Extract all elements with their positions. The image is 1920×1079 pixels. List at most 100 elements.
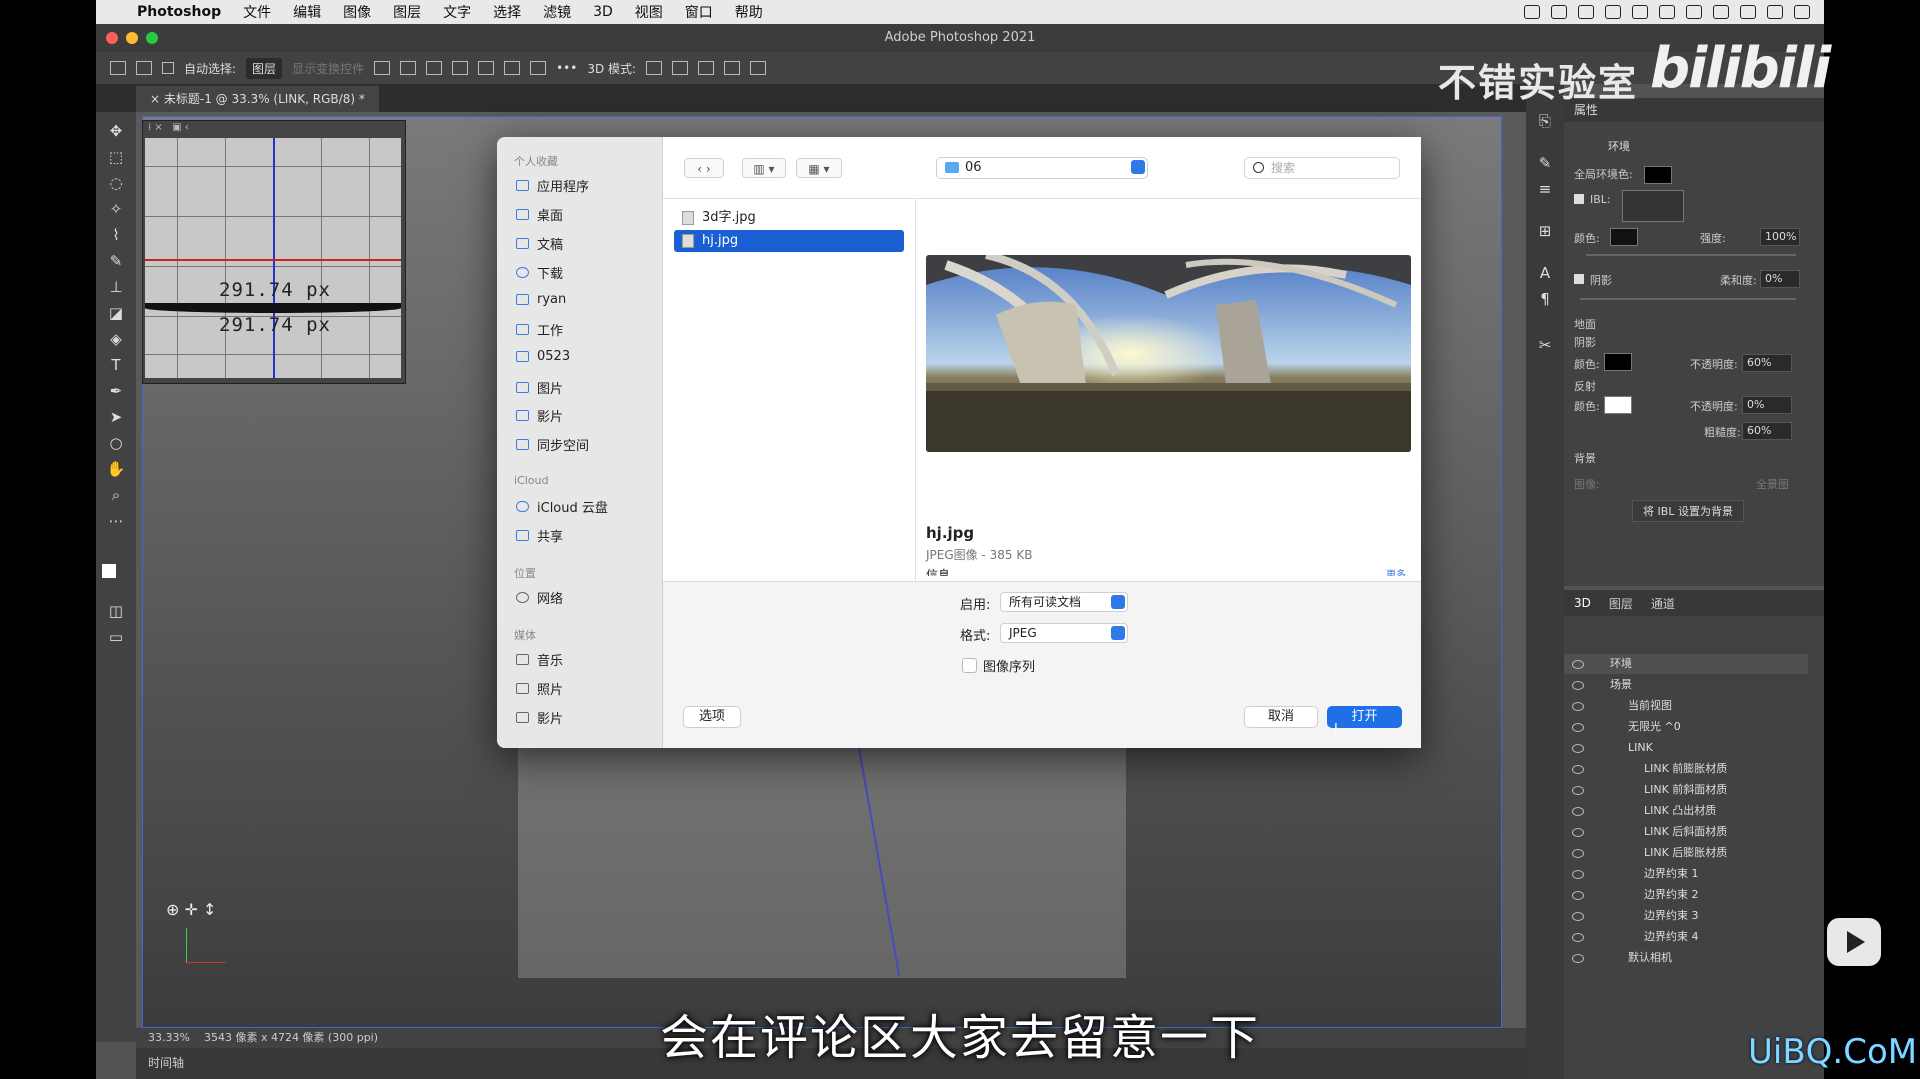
menu-edit[interactable]: 编辑	[282, 2, 332, 22]
intensity-input[interactable]: 100%	[1760, 228, 1800, 246]
panorama-label[interactable]: 全景图	[1756, 476, 1789, 492]
align-center-icon[interactable]	[400, 61, 417, 75]
menu-window[interactable]: 窗口	[674, 2, 724, 22]
shadow-checkbox[interactable]	[1574, 274, 1584, 284]
eye-icon[interactable]	[1572, 702, 1584, 711]
pan-icon[interactable]	[698, 61, 715, 75]
options-button[interactable]: 选项	[683, 706, 741, 728]
softness-slider[interactable]	[1580, 298, 1796, 300]
auto-select-dropdown[interactable]: 图层	[246, 57, 283, 79]
zoom-window-icon[interactable]	[146, 32, 158, 44]
lasso-tool-icon[interactable]: ◌	[106, 174, 126, 192]
align-bottom-icon[interactable]	[530, 61, 547, 75]
menu-image[interactable]: 图像	[332, 2, 382, 22]
eye-icon[interactable]	[1572, 954, 1584, 963]
sidebar-item-ryan[interactable]: ryan	[516, 292, 566, 307]
eye-icon[interactable]	[1572, 786, 1584, 795]
align-top-icon[interactable]	[478, 61, 495, 75]
eye-icon[interactable]	[1572, 681, 1584, 690]
foreground-color-swatch[interactable]	[102, 564, 116, 578]
menu-help[interactable]: 帮助	[724, 2, 774, 22]
open-button[interactable]: 打开	[1327, 706, 1402, 728]
cancel-button[interactable]: 取消	[1244, 706, 1318, 728]
display-icon[interactable]	[1578, 5, 1594, 19]
sidebar-item-network[interactable]: 网络	[516, 588, 563, 607]
path-select-icon[interactable]: ➤	[106, 408, 126, 426]
zoom-tool-icon[interactable]: ⌕	[106, 486, 126, 504]
more-tools-icon[interactable]: ⋯	[106, 512, 126, 530]
screen-mode-icon[interactable]: ▭	[106, 628, 126, 646]
scale-icon[interactable]	[750, 61, 767, 75]
eye-icon[interactable]	[1572, 891, 1584, 900]
3d-row-constraint[interactable]: 边界约束 4	[1564, 927, 1808, 947]
eye-icon[interactable]	[1572, 723, 1584, 732]
ellipse-tool-icon[interactable]: ○	[106, 434, 126, 452]
menu-type[interactable]: 文字	[432, 2, 482, 22]
image-sequence-checkbox[interactable]	[962, 658, 977, 673]
sidebar-item-icloud-drive[interactable]: iCloud 云盘	[516, 497, 608, 516]
stamp-tool-icon[interactable]: ⊥	[106, 278, 126, 296]
reflection-color-swatch[interactable]	[1604, 396, 1632, 414]
properties-icon[interactable]: ⊞	[1535, 222, 1555, 240]
brush-tool-icon[interactable]: ✎	[106, 252, 126, 270]
view-mode-button[interactable]: ▥ ▾	[742, 158, 786, 178]
align-middle-icon[interactable]	[504, 61, 521, 75]
paragraph-icon[interactable]: ¶	[1535, 290, 1555, 308]
eye-icon[interactable]	[1572, 765, 1584, 774]
light-color-swatch[interactable]	[1610, 228, 1638, 246]
menu-view[interactable]: 视图	[624, 2, 674, 22]
opacity-input-1[interactable]: 60%	[1742, 354, 1792, 372]
ibl-checkbox[interactable]	[1574, 194, 1584, 204]
eye-icon[interactable]	[1572, 933, 1584, 942]
menu-select[interactable]: 选择	[482, 2, 532, 22]
zoom-level[interactable]: 33.33%	[148, 1031, 190, 1044]
sidebar-item-photos[interactable]: 照片	[516, 679, 563, 698]
control-center-icon[interactable]	[1767, 5, 1783, 19]
sidebar-item-pictures[interactable]: 图片	[516, 378, 563, 397]
marquee-tool-icon[interactable]: ⬚	[106, 148, 126, 166]
show-transform-controls[interactable]: 显示变换控件	[292, 60, 364, 77]
sidebar-item-0523[interactable]: 0523	[516, 349, 570, 364]
navigator-header-icons[interactable]: ⁞ × ▣ ‹	[148, 122, 189, 133]
3d-row-material[interactable]: LINK 凸出材质	[1564, 801, 1808, 821]
format-select[interactable]: JPEG	[1000, 623, 1128, 643]
3d-row-scene[interactable]: 场景	[1564, 675, 1808, 695]
sidebar-item-applications[interactable]: 应用程序	[516, 176, 589, 195]
volume-icon[interactable]	[1605, 5, 1621, 19]
brush-settings-icon[interactable]: ✎	[1535, 154, 1555, 172]
sidebar-item-downloads[interactable]: 下载	[516, 263, 563, 282]
type-tool-icon[interactable]: T	[106, 356, 126, 374]
status-icon-2[interactable]	[1551, 5, 1567, 19]
group-button[interactable]: ▦ ▾	[796, 158, 842, 178]
sidebar-item-sync[interactable]: 同步空间	[516, 435, 589, 454]
eyedropper-icon[interactable]: ⌇	[106, 226, 126, 244]
file-item-3d[interactable]: 3d字.jpg	[674, 207, 904, 229]
close-window-icon[interactable]	[106, 32, 118, 44]
3d-row-constraint[interactable]: 边界约束 2	[1564, 885, 1808, 905]
set-ibl-background-button[interactable]: 将 IBL 设置为背景	[1632, 500, 1744, 522]
fill-tool-icon[interactable]: ◈	[106, 330, 126, 348]
timeline-label[interactable]: 时间轴	[148, 1056, 184, 1070]
3d-gizmo-icons[interactable]: ⊕ ✛ ↕	[166, 900, 216, 919]
folder-path-select[interactable]: 06	[936, 157, 1148, 179]
opacity-input-2[interactable]: 0%	[1742, 396, 1792, 414]
sidebar-item-music[interactable]: 音乐	[516, 650, 563, 669]
siri-icon[interactable]	[1794, 5, 1810, 19]
hand-tool-icon[interactable]: ✋	[106, 460, 126, 478]
eye-icon[interactable]	[1572, 849, 1584, 858]
status-icon-1[interactable]	[1524, 5, 1540, 19]
eraser-tool-icon[interactable]: ◪	[106, 304, 126, 322]
roughness-input[interactable]: 60%	[1742, 422, 1792, 440]
softness-input[interactable]: 0%	[1760, 270, 1800, 288]
sidebar-item-work[interactable]: 工作	[516, 320, 563, 339]
distribute-icon[interactable]	[452, 61, 469, 75]
3d-row-material[interactable]: LINK 后斜面材质	[1564, 822, 1808, 842]
search-icon[interactable]	[1740, 5, 1756, 19]
search-input[interactable]: 搜索	[1244, 157, 1400, 179]
move-tool-icon[interactable]	[136, 61, 152, 75]
eye-icon[interactable]	[1572, 828, 1584, 837]
more-link[interactable]: 更多	[1386, 566, 1406, 576]
ibl-thumbnail[interactable]	[1622, 190, 1684, 222]
quick-mask-icon[interactable]: ◫	[106, 602, 126, 620]
sidebar-item-desktop[interactable]: 桌面	[516, 205, 563, 224]
